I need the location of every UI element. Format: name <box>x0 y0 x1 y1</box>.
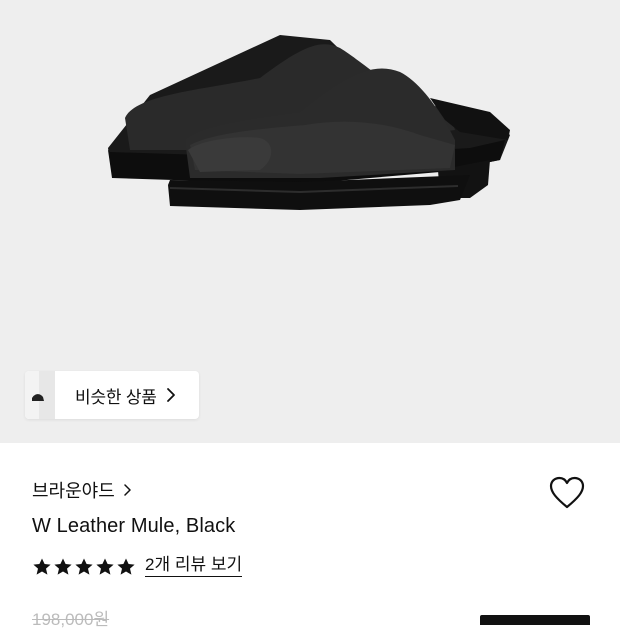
brand-link[interactable]: 브라운야드 <box>32 477 133 503</box>
similar-products-label: 비슷한 상품 <box>75 387 157 407</box>
similar-products-button[interactable]: 비슷한 상품 <box>25 371 199 419</box>
purchase-button[interactable] <box>480 615 590 625</box>
star-filled-icon <box>33 558 51 575</box>
product-info: 브라운야드 W Leather Mule, Black 2개 리뷰 보기 198… <box>0 443 620 629</box>
star-filled-icon <box>96 558 114 575</box>
chevron-right-icon <box>124 484 131 496</box>
original-price: 198,000원 <box>32 610 110 629</box>
chevron-right-icon <box>166 388 175 402</box>
star-filled-icon <box>54 558 72 575</box>
product-title: W Leather Mule, Black <box>32 515 236 537</box>
star-rating <box>32 557 137 577</box>
product-image-area: 비슷한 상품 <box>0 0 620 443</box>
star-filled-icon <box>117 558 135 575</box>
star-filled-icon <box>75 558 93 575</box>
heart-outline-icon[interactable] <box>548 475 586 511</box>
rating-row: 2개 리뷰 보기 <box>32 556 243 577</box>
similar-product-thumbnail <box>25 371 55 419</box>
brand-name: 브라운야드 <box>32 481 115 501</box>
review-link[interactable]: 2개 리뷰 보기 <box>145 556 243 577</box>
